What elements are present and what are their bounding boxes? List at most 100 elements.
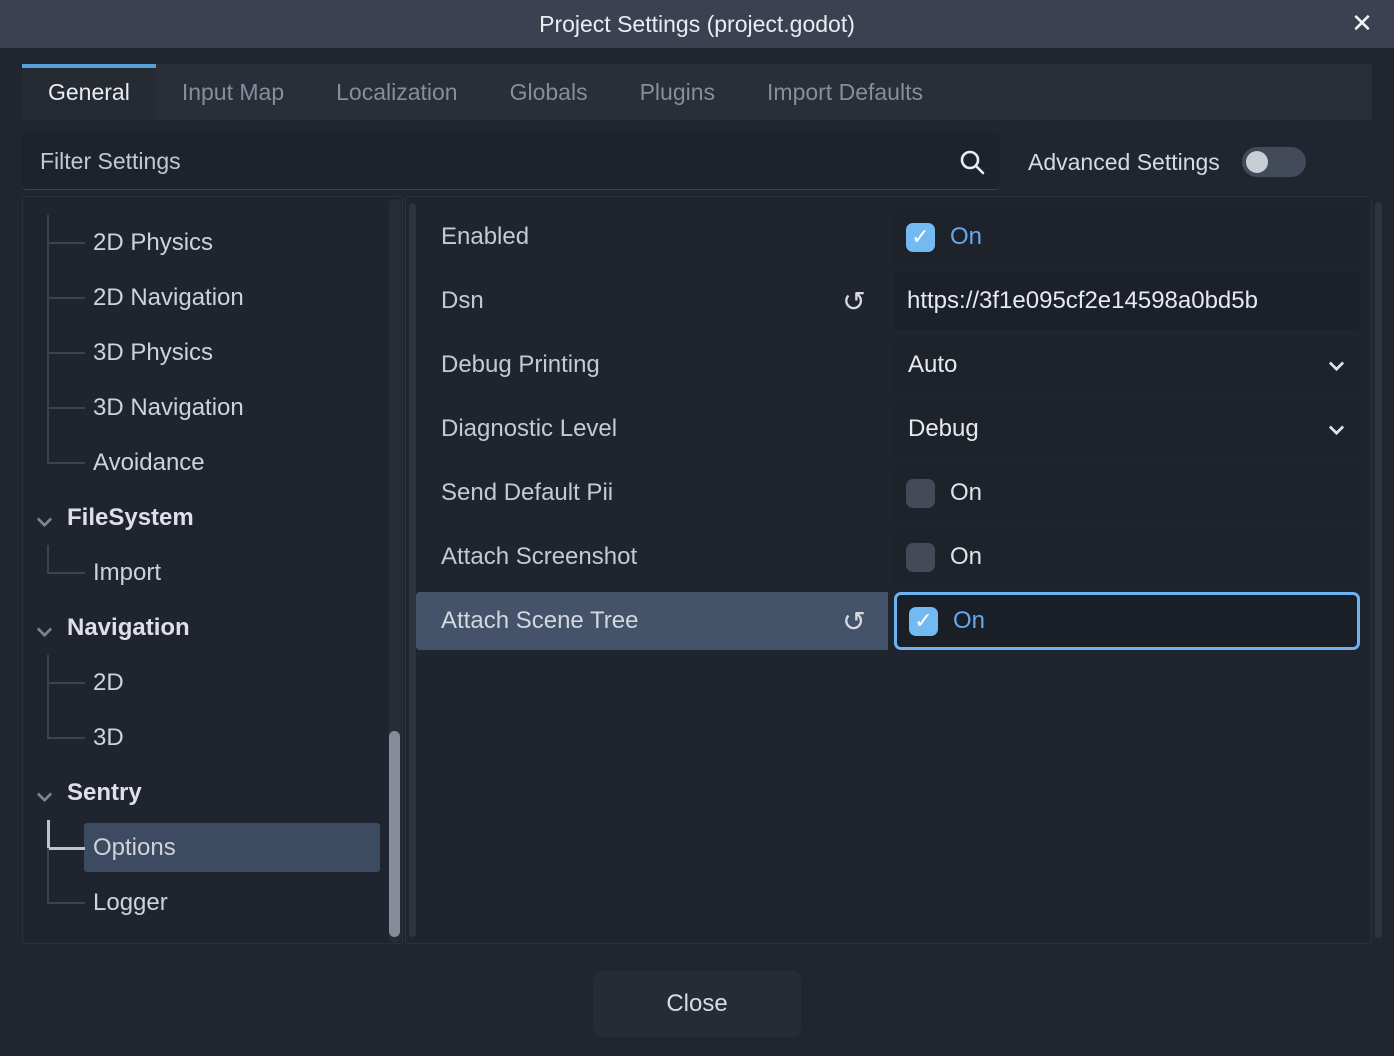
tree-guide xyxy=(47,820,50,848)
revert-icon[interactable]: ↺ xyxy=(834,269,874,333)
tree-guide xyxy=(47,435,49,463)
tab-general[interactable]: General xyxy=(22,64,156,120)
tree-item-3d[interactable]: 3D xyxy=(23,710,402,765)
tree-item-avoidance[interactable]: Avoidance xyxy=(23,435,402,490)
setting-row-debug-printing: Debug Printing Auto xyxy=(406,333,1371,397)
debug-printing-dropdown[interactable]: Auto xyxy=(894,336,1360,394)
tree-item-2d-navigation[interactable]: 2D Navigation xyxy=(23,270,402,325)
tree-guide xyxy=(47,848,49,875)
checkbox-checked-icon[interactable]: ✓ xyxy=(906,223,935,252)
attach-screenshot-checkbox-cell[interactable]: ✓ On xyxy=(894,528,1360,586)
checkbox-state-label: On xyxy=(950,479,982,507)
tab-input-map[interactable]: Input Map xyxy=(156,64,310,120)
tree-item-label: Avoidance xyxy=(93,449,205,477)
check-icon: ✓ xyxy=(911,226,929,248)
dropdown-selected-value: Auto xyxy=(908,351,957,379)
tree-item-sentry[interactable]: Sentry xyxy=(23,765,402,820)
tab-localization[interactable]: Localization xyxy=(310,64,483,120)
settings-panel: Enabled ✓ On Dsn ↺ https://3f1e095cf2e14… xyxy=(405,196,1372,944)
tree-guide xyxy=(47,462,85,464)
checkbox-unchecked-icon[interactable]: ✓ xyxy=(906,479,935,508)
tree-guide xyxy=(47,710,49,738)
check-icon: ✓ xyxy=(914,610,932,632)
setting-label: Debug Printing xyxy=(441,333,600,397)
chevron-down-icon xyxy=(1329,420,1345,436)
filter-row: Filter Settings Advanced Settings xyxy=(22,134,1372,190)
send-default-pii-checkbox-cell[interactable]: ✓ On xyxy=(894,464,1360,522)
tab-globals[interactable]: Globals xyxy=(484,64,614,120)
setting-row-send-default-pii: Send Default Pii ✓ On xyxy=(406,461,1371,525)
sidebar-scrollbar-thumb[interactable] xyxy=(389,731,400,937)
setting-label: Send Default Pii xyxy=(441,461,613,525)
chevron-down-icon xyxy=(1329,356,1345,372)
tree-item-2d[interactable]: 2D xyxy=(23,655,402,710)
tree-guide xyxy=(47,737,85,739)
tree-guide xyxy=(47,847,85,850)
tree-item-3d-navigation[interactable]: 3D Navigation xyxy=(23,380,402,435)
tree-category-label: FileSystem xyxy=(67,504,194,532)
tree-guide xyxy=(47,572,85,574)
checkbox-state-label: On xyxy=(953,607,985,635)
tree-item-navigation[interactable]: Navigation xyxy=(23,600,402,655)
setting-row-attach-scene-tree: Attach Scene Tree ↺ ✓ On xyxy=(406,589,1371,653)
close-button[interactable]: Close xyxy=(593,971,801,1037)
tree-item-label: Import xyxy=(93,559,161,587)
dialog-title: Project Settings (project.godot) xyxy=(539,11,855,38)
advanced-settings-label: Advanced Settings xyxy=(1028,149,1220,176)
revert-icon[interactable]: ↺ xyxy=(834,589,874,653)
tree-item-label: 3D Physics xyxy=(93,339,213,367)
setting-label: Enabled xyxy=(441,205,529,269)
tree-guide xyxy=(47,902,85,904)
titlebar: Project Settings (project.godot) ✕ xyxy=(0,0,1394,48)
chevron-down-icon[interactable] xyxy=(37,512,53,528)
search-icon xyxy=(958,148,986,176)
tree-guide xyxy=(47,875,49,903)
tree-item-import[interactable]: Import xyxy=(23,545,402,600)
chevron-down-icon[interactable] xyxy=(37,622,53,638)
setting-row-diagnostic-level: Diagnostic Level Debug xyxy=(406,397,1371,461)
tree-item-options-selected[interactable]: Options xyxy=(23,820,402,875)
tree-item-label: 2D xyxy=(93,669,124,697)
tree-item-3d-physics[interactable]: 3D Physics xyxy=(23,325,402,380)
dsn-value: https://3f1e095cf2e14598a0bd5b xyxy=(907,287,1258,315)
project-settings-dialog: Project Settings (project.godot) ✕ Gener… xyxy=(0,0,1394,1056)
tab-plugins[interactable]: Plugins xyxy=(614,64,741,120)
toggle-knob xyxy=(1246,151,1268,173)
filter-placeholder: Filter Settings xyxy=(40,148,181,175)
setting-row-enabled: Enabled ✓ On xyxy=(406,205,1371,269)
setting-label: Diagnostic Level xyxy=(441,397,617,461)
setting-label: Attach Scene Tree xyxy=(441,589,638,653)
tree-guide xyxy=(47,352,85,354)
tree-category-label: Sentry xyxy=(67,779,142,807)
checkbox-state-label: On xyxy=(950,543,982,571)
tab-bar: General Input Map Localization Globals P… xyxy=(22,64,1372,120)
diagnostic-level-dropdown[interactable]: Debug xyxy=(894,400,1360,458)
settings-category-tree: 2D Physics 2D Navigation 3D Physics 3D N… xyxy=(22,196,403,944)
setting-label: Dsn xyxy=(441,269,484,333)
tree-guide xyxy=(47,545,49,573)
advanced-settings-toggle[interactable] xyxy=(1242,147,1306,177)
checkbox-unchecked-icon[interactable]: ✓ xyxy=(906,543,935,572)
dropdown-selected-value: Debug xyxy=(908,415,979,443)
checkbox-checked-icon[interactable]: ✓ xyxy=(909,607,938,636)
close-icon[interactable]: ✕ xyxy=(1346,8,1378,40)
tree-guide xyxy=(47,682,85,684)
setting-label: Attach Screenshot xyxy=(441,525,637,589)
tree-guide xyxy=(47,407,85,409)
tab-import-defaults[interactable]: Import Defaults xyxy=(741,64,949,120)
attach-scene-tree-checkbox-cell[interactable]: ✓ On xyxy=(894,592,1360,650)
tree-guide xyxy=(47,242,85,244)
filter-settings-input[interactable]: Filter Settings xyxy=(22,134,1000,190)
enabled-checkbox-cell[interactable]: ✓ On xyxy=(894,208,1360,266)
dsn-text-input[interactable]: https://3f1e095cf2e14598a0bd5b xyxy=(894,272,1360,330)
tree-guide xyxy=(47,297,85,299)
tree-item-filesystem[interactable]: FileSystem xyxy=(23,490,402,545)
checkbox-state-label: On xyxy=(950,223,982,251)
setting-row-dsn: Dsn ↺ https://3f1e095cf2e14598a0bd5b xyxy=(406,269,1371,333)
chevron-down-icon[interactable] xyxy=(37,787,53,803)
tree-item-logger[interactable]: Logger xyxy=(23,875,402,930)
setting-row-attach-screenshot: Attach Screenshot ✓ On xyxy=(406,525,1371,589)
tree-category-label: Navigation xyxy=(67,614,190,642)
tree-item-2d-physics[interactable]: 2D Physics xyxy=(23,215,402,270)
settings-scrollbar-track-right xyxy=(1375,202,1382,938)
